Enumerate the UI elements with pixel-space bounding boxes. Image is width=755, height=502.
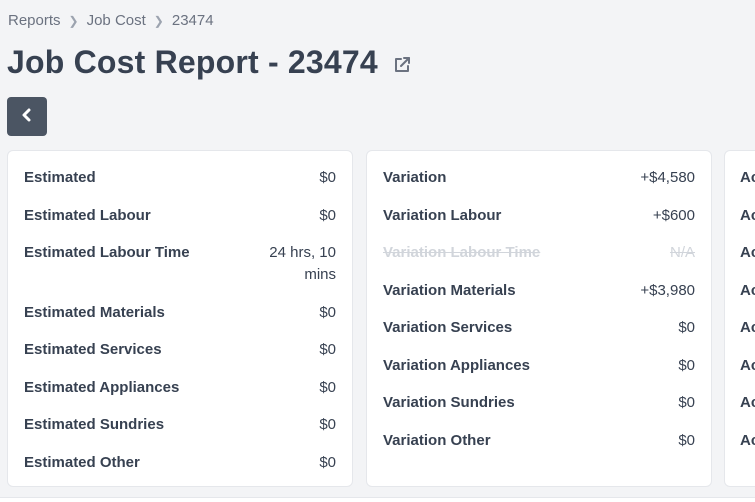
chevron-right-icon: ❯ bbox=[153, 13, 164, 28]
variation-services-value: $0 bbox=[678, 319, 695, 336]
estimated-labour-time-value: 24 hrs, 10 mins bbox=[269, 244, 336, 283]
variation-labour-time-row: Variation Labour Time N/A bbox=[383, 242, 695, 264]
actual-card: Ac Ac Ac Ac Ac Ac Ac Ac bbox=[724, 150, 755, 487]
variation-sundries-value: $0 bbox=[678, 394, 695, 411]
estimated-sundries-label: Estimated Sundries bbox=[24, 416, 165, 433]
variation-other-value: $0 bbox=[678, 431, 695, 449]
variation-other-row: Variation Other $0 bbox=[383, 430, 695, 452]
actual-label: Ac bbox=[740, 206, 755, 224]
actual-row: Ac bbox=[740, 167, 755, 189]
variation-other-label: Variation Other bbox=[383, 431, 491, 449]
variation-materials-label: Variation Materials bbox=[383, 281, 516, 299]
page-title: Job Cost Report - 23474 bbox=[7, 44, 378, 80]
variation-labour-row: Variation Labour +$600 bbox=[383, 205, 695, 227]
back-button[interactable] bbox=[7, 97, 47, 136]
estimated-label: Estimated bbox=[24, 169, 96, 186]
estimated-labour-row: Estimated Labour $0 bbox=[24, 205, 336, 227]
actual-row: Ac bbox=[740, 430, 755, 452]
actual-row: Ac bbox=[740, 280, 755, 302]
estimated-labour-time-row: Estimated Labour Time 24 hrs, 10 mins bbox=[24, 242, 336, 286]
variation-labour-time-value: N/A bbox=[669, 244, 695, 261]
estimated-materials-row: Estimated Materials $0 bbox=[24, 302, 336, 324]
page: Reports ❯ Job Cost ❯ 23474 Job Cost Repo… bbox=[0, 0, 755, 502]
estimated-appliances-label: Estimated Appliances bbox=[24, 378, 180, 396]
variation-sundries-label: Variation Sundries bbox=[383, 394, 515, 411]
actual-row: Ac bbox=[740, 392, 755, 414]
actual-label: Ac bbox=[740, 319, 755, 336]
variation-appliances-value: $0 bbox=[678, 356, 695, 374]
estimated-value: $0 bbox=[319, 169, 336, 186]
variation-card: Variation +$4,580 Variation Labour +$600… bbox=[366, 150, 712, 487]
estimated-card: Estimated $0 Estimated Labour $0 Estimat… bbox=[7, 150, 353, 487]
variation-labour-value: +$600 bbox=[652, 206, 695, 224]
variation-label: Variation bbox=[383, 169, 447, 186]
breadcrumb-job-cost[interactable]: Job Cost bbox=[87, 12, 146, 29]
title-row: Job Cost Report - 23474 bbox=[7, 44, 412, 81]
estimated-labour-value: $0 bbox=[319, 206, 336, 224]
estimated-row: Estimated $0 bbox=[24, 167, 336, 189]
variation-row: Variation +$4,580 bbox=[383, 167, 695, 189]
actual-label: Ac bbox=[740, 431, 755, 449]
estimated-labour-label: Estimated Labour bbox=[24, 206, 151, 224]
estimated-appliances-value: $0 bbox=[319, 378, 336, 396]
estimated-materials-label: Estimated Materials bbox=[24, 303, 165, 321]
variation-value: +$4,580 bbox=[640, 169, 695, 186]
estimated-labour-time-label: Estimated Labour Time bbox=[24, 244, 190, 261]
actual-label: Ac bbox=[740, 356, 755, 374]
next-section-edge bbox=[0, 497, 755, 502]
estimated-sundries-value: $0 bbox=[319, 416, 336, 433]
variation-services-row: Variation Services $0 bbox=[383, 317, 695, 339]
actual-row: Ac bbox=[740, 205, 755, 227]
actual-row: Ac bbox=[740, 317, 755, 339]
actual-label: Ac bbox=[740, 169, 755, 186]
estimated-services-label: Estimated Services bbox=[24, 341, 162, 358]
estimated-sundries-row: Estimated Sundries $0 bbox=[24, 414, 336, 436]
actual-label: Ac bbox=[740, 244, 755, 261]
actual-label: Ac bbox=[740, 394, 755, 411]
variation-materials-value: +$3,980 bbox=[640, 281, 695, 299]
estimated-materials-value: $0 bbox=[319, 303, 336, 321]
estimated-services-value: $0 bbox=[319, 341, 336, 358]
variation-materials-row: Variation Materials +$3,980 bbox=[383, 280, 695, 302]
variation-services-label: Variation Services bbox=[383, 319, 513, 336]
estimated-appliances-row: Estimated Appliances $0 bbox=[24, 377, 336, 399]
external-link-icon[interactable] bbox=[392, 55, 412, 75]
chevron-left-icon bbox=[19, 107, 35, 126]
estimated-other-label: Estimated Other bbox=[24, 453, 140, 471]
estimated-other-row: Estimated Other $0 bbox=[24, 452, 336, 474]
actual-row: Ac bbox=[740, 355, 755, 377]
actual-row: Ac bbox=[740, 242, 755, 264]
actual-label: Ac bbox=[740, 281, 755, 299]
variation-labour-time-label: Variation Labour Time bbox=[383, 244, 541, 261]
variation-sundries-row: Variation Sundries $0 bbox=[383, 392, 695, 414]
chevron-right-icon: ❯ bbox=[68, 13, 79, 28]
breadcrumb-current: 23474 bbox=[171, 12, 214, 29]
estimated-other-value: $0 bbox=[319, 453, 336, 471]
variation-labour-label: Variation Labour bbox=[383, 206, 502, 224]
variation-appliances-row: Variation Appliances $0 bbox=[383, 355, 695, 377]
estimated-services-row: Estimated Services $0 bbox=[24, 339, 336, 361]
variation-appliances-label: Variation Appliances bbox=[383, 356, 530, 374]
breadcrumb: Reports ❯ Job Cost ❯ 23474 bbox=[8, 12, 214, 29]
breadcrumb-reports[interactable]: Reports bbox=[8, 12, 61, 29]
